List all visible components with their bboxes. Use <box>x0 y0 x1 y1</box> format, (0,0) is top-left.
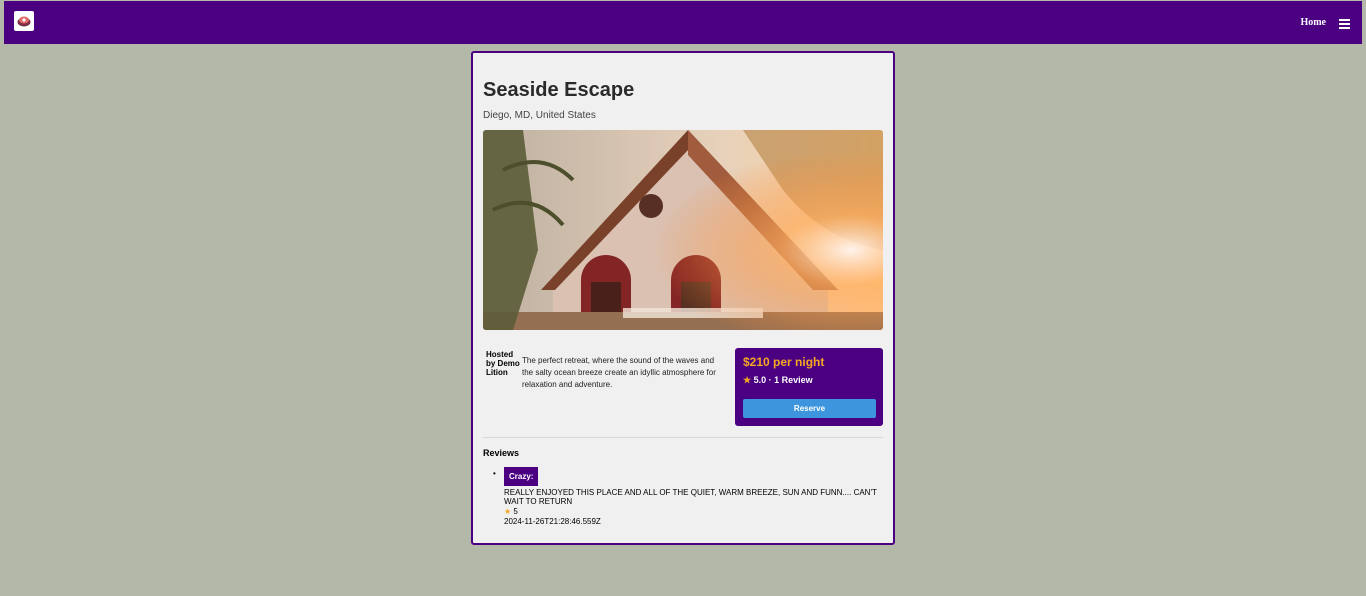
section-divider <box>483 437 883 438</box>
star-icon: ★ <box>504 507 512 516</box>
listing-description: The perfect retreat, where the sound of … <box>522 356 716 389</box>
rating-summary: ★ 5.0 · 1 Review <box>743 375 813 386</box>
listing-location: Diego, MD, United States <box>483 110 596 121</box>
host-name: Hosted by Demo Lition <box>486 350 520 377</box>
home-link[interactable]: Home <box>1300 17 1326 28</box>
list-bullet: • <box>493 469 496 478</box>
hamburger-menu-icon[interactable] <box>1339 19 1350 29</box>
listing-photo <box>483 130 883 330</box>
star-icon: ★ <box>743 375 752 385</box>
review-date: 2024-11-26T21:28:46.559Z <box>504 517 601 526</box>
nightly-price: $210 per night <box>743 355 825 369</box>
rating-value: 5.0 <box>753 375 767 385</box>
reserve-button[interactable]: Reserve <box>743 399 876 418</box>
top-navbar: Home <box>4 1 1362 44</box>
rating-separator: · <box>768 375 772 385</box>
review-text: REALLY ENJOYED THIS PLACE AND ALL OF THE… <box>504 488 877 506</box>
review-rating: ★ 5 <box>504 507 518 516</box>
booking-panel: $210 per night ★ 5.0 · 1 Review Reserve <box>735 348 883 426</box>
review-count: 1 Review <box>774 375 813 385</box>
reviewer-name: Crazy: <box>504 467 539 486</box>
review-stars-value: 5 <box>513 507 518 516</box>
logo-icon[interactable] <box>14 11 34 31</box>
reviews-heading: Reviews <box>483 448 520 458</box>
listing-title: Seaside Escape <box>483 79 635 101</box>
listing-card: Seaside Escape Diego, MD, United States <box>471 51 895 545</box>
